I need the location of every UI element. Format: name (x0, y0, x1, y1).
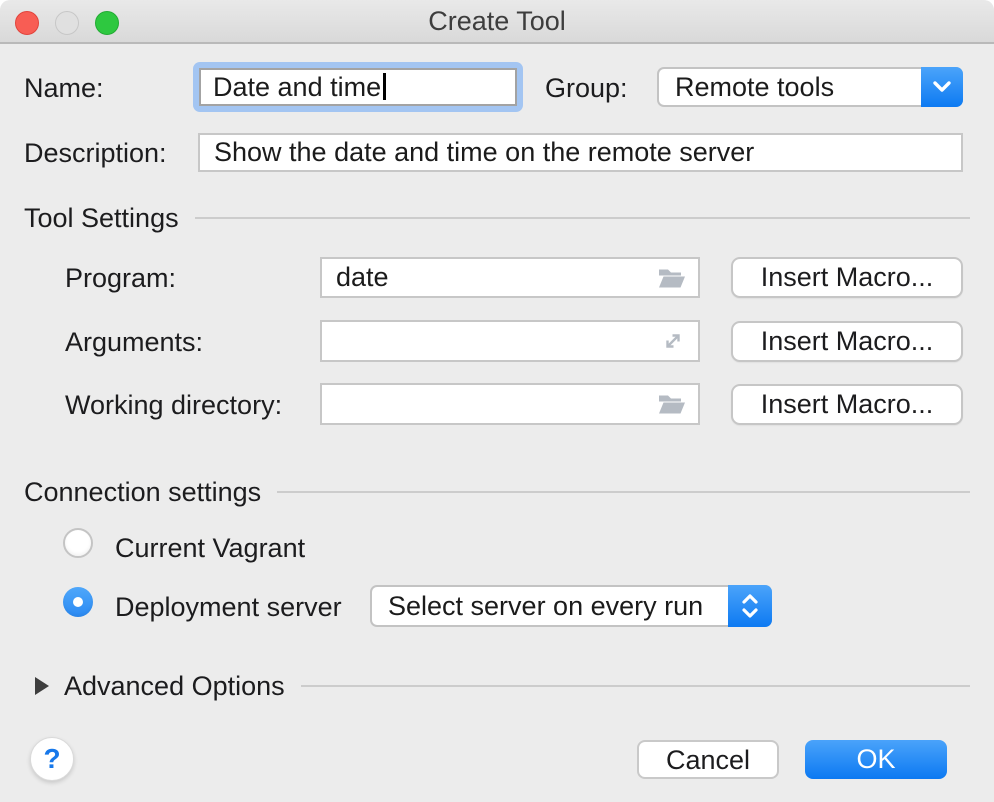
cancel-button[interactable]: Cancel (637, 740, 779, 779)
advanced-options-toggle[interactable]: Advanced Options (64, 671, 285, 702)
program-label: Program: (65, 263, 176, 294)
text-caret (383, 73, 386, 100)
name-input-value: Date and time (213, 72, 381, 102)
browse-folder-icon[interactable] (658, 266, 686, 289)
program-input-value: date (336, 262, 389, 292)
current-vagrant-label: Current Vagrant (115, 533, 305, 564)
browse-folder-icon[interactable] (658, 393, 686, 416)
section-divider (277, 491, 970, 493)
help-button[interactable]: ? (30, 737, 74, 781)
title-bar: Create Tool (0, 0, 994, 44)
deployment-server-radio[interactable] (63, 587, 93, 617)
server-select-button[interactable] (728, 585, 772, 627)
group-combobox[interactable]: Remote tools (657, 67, 963, 107)
group-combobox-value: Remote tools (675, 69, 834, 105)
program-insert-macro-button[interactable]: Insert Macro... (731, 257, 963, 298)
working-directory-label: Working directory: (65, 390, 282, 421)
group-label: Group: (545, 73, 628, 104)
create-tool-dialog: Create Tool Name: Date and time Group: R… (0, 0, 994, 802)
window-title: Create Tool (0, 0, 994, 42)
working-directory-input[interactable] (320, 383, 700, 425)
arguments-input[interactable] (320, 320, 700, 362)
chevron-up-down-icon (739, 591, 761, 621)
arguments-label: Arguments: (65, 327, 203, 358)
section-divider (195, 217, 970, 219)
server-select-value: Select server on every run (388, 587, 703, 625)
advanced-options-section: Advanced Options (35, 672, 970, 700)
chevron-down-icon (931, 80, 953, 94)
server-select-dropdown[interactable]: Select server on every run (370, 585, 772, 627)
program-input[interactable]: date (320, 257, 700, 298)
tool-settings-heading: Tool Settings (24, 203, 179, 234)
ok-button[interactable]: OK (805, 740, 947, 779)
connection-settings-section: Connection settings (24, 479, 970, 505)
disclosure-triangle-icon[interactable] (35, 677, 49, 695)
arguments-insert-macro-button[interactable]: Insert Macro... (731, 321, 963, 362)
current-vagrant-radio[interactable] (63, 528, 93, 558)
description-label: Description: (24, 138, 167, 169)
working-directory-insert-macro-button[interactable]: Insert Macro... (731, 384, 963, 425)
name-input[interactable]: Date and time (199, 68, 517, 106)
name-field-focus-ring: Date and time (193, 62, 523, 112)
deployment-server-label: Deployment server (115, 592, 342, 623)
connection-settings-heading: Connection settings (24, 477, 261, 508)
name-label: Name: (24, 73, 104, 104)
description-input[interactable]: Show the date and time on the remote ser… (198, 133, 963, 172)
section-divider (301, 685, 970, 687)
group-combobox-button[interactable] (921, 67, 963, 107)
tool-settings-section: Tool Settings (24, 205, 970, 231)
expand-field-icon[interactable] (660, 328, 686, 354)
